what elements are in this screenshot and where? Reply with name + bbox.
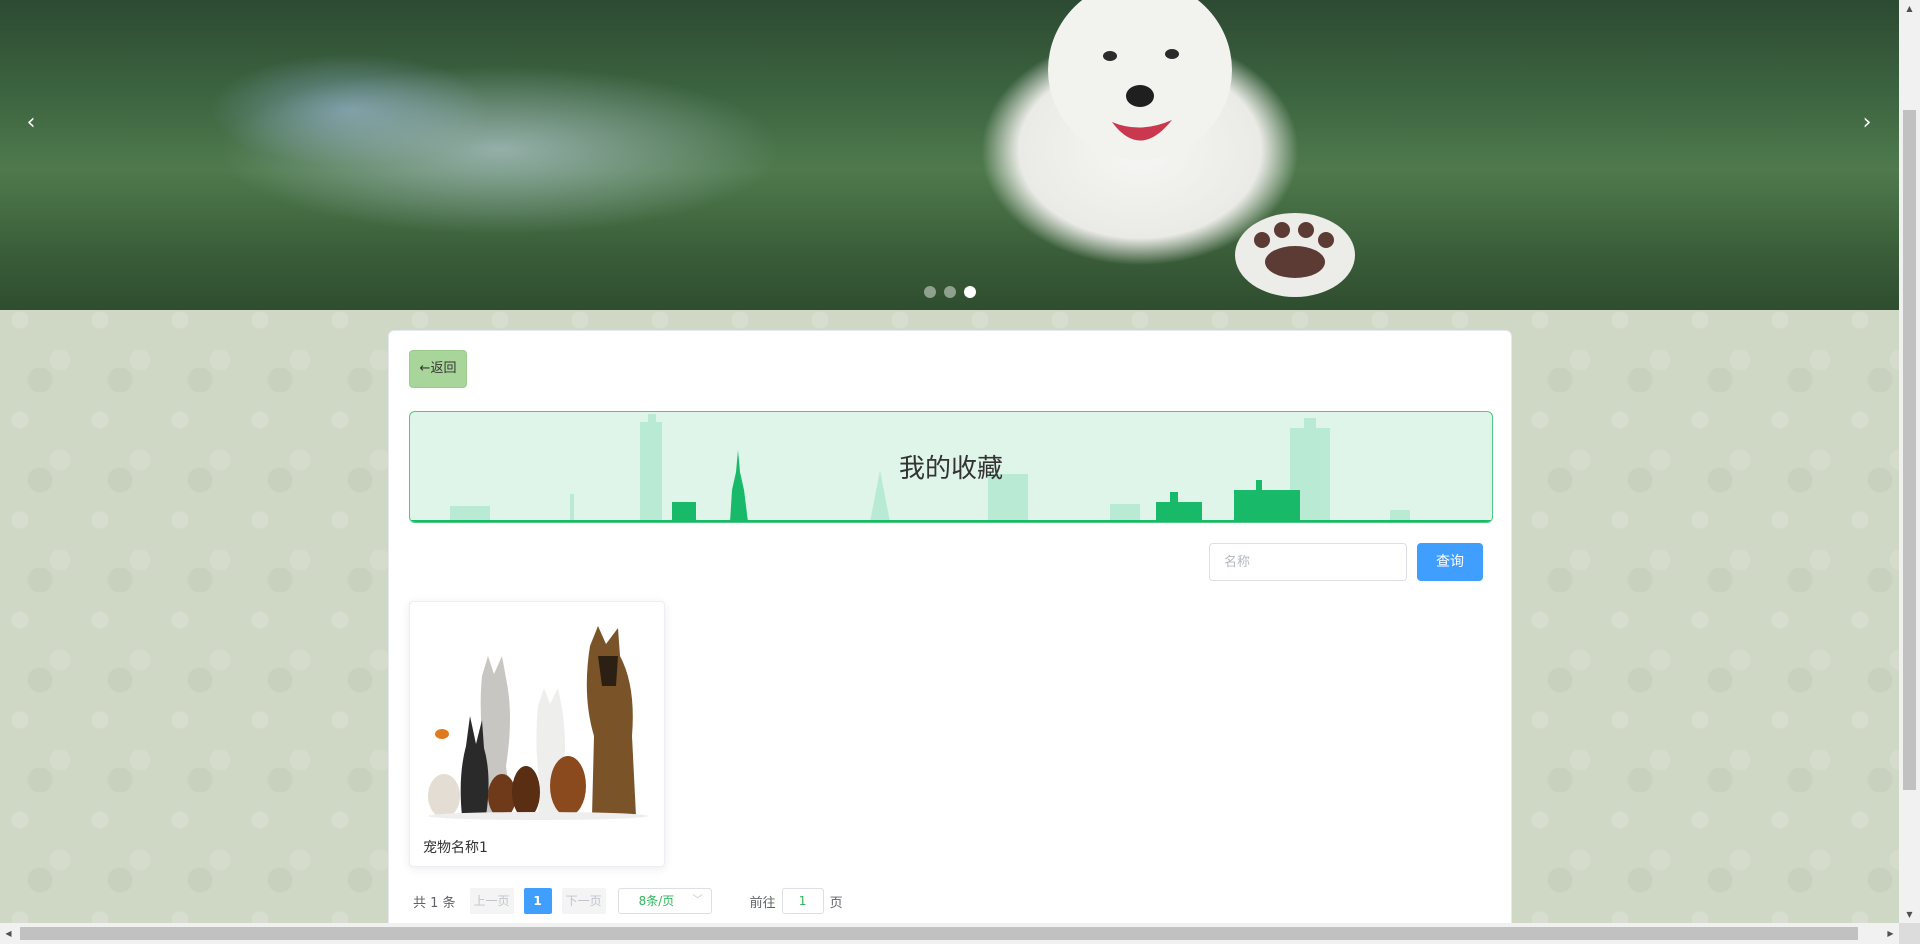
pagination-next-button[interactable]: 下一页 xyxy=(561,888,606,914)
name-search-input[interactable] xyxy=(1209,543,1407,581)
chevron-down-icon: ﹀ xyxy=(692,895,703,906)
favorites-panel: ←返回 我的收藏 名称 查询 宠物名称1 共 1 条 上一页 1 下一页 8条/… xyxy=(388,330,1512,944)
scroll-down-arrow-icon[interactable]: ▼ xyxy=(1899,906,1920,923)
page-size-select[interactable]: 8条/页 ﹀ xyxy=(617,888,712,914)
carousel-dot-1[interactable] xyxy=(924,286,936,298)
scroll-left-arrow-icon[interactable]: ◀ xyxy=(0,923,17,944)
pagination-total: 共 1 条 xyxy=(413,895,456,911)
pagination-page-1[interactable]: 1 xyxy=(523,888,552,914)
goto-page-input[interactable]: 1 xyxy=(781,888,824,914)
horizontal-scroll-thumb[interactable] xyxy=(20,927,1858,940)
back-button[interactable]: ←返回 xyxy=(409,350,467,388)
carousel-dot-3[interactable] xyxy=(964,286,976,298)
dog-image xyxy=(1048,0,1232,160)
carousel-indicators xyxy=(924,286,976,298)
pagination-prev-button[interactable]: 上一页 xyxy=(469,888,514,914)
banner-prev-arrow[interactable]: ‹ xyxy=(16,108,46,138)
carousel-dot-2[interactable] xyxy=(944,286,956,298)
scroll-up-arrow-icon[interactable]: ▲ xyxy=(1899,0,1920,17)
search-button[interactable]: 查询 xyxy=(1417,543,1483,581)
vertical-scroll-thumb[interactable] xyxy=(1903,110,1916,790)
horizontal-scrollbar[interactable]: ◀ ▶ xyxy=(0,923,1899,944)
scrollbar-corner xyxy=(1899,923,1920,944)
pagination: 共 1 条 上一页 1 下一页 8条/页 ﹀ 前往 1 页 xyxy=(409,888,843,914)
page-title: 我的收藏 xyxy=(898,454,1003,484)
page-suffix-label: 页 xyxy=(829,895,843,911)
banner-carousel[interactable]: ‹ › xyxy=(0,0,1899,310)
title-banner: 我的收藏 xyxy=(409,411,1493,523)
pet-image xyxy=(422,616,654,822)
vertical-scrollbar[interactable]: ▲ ▼ xyxy=(1899,0,1920,923)
item-name: 宠物名称1 xyxy=(423,840,488,856)
page-size-value: 8条/页 xyxy=(638,894,675,908)
goto-label: 前往 xyxy=(749,895,776,911)
favorite-item-card[interactable]: 宠物名称1 xyxy=(409,601,665,867)
scroll-right-arrow-icon[interactable]: ▶ xyxy=(1882,923,1899,944)
dog-paw xyxy=(1235,213,1355,297)
banner-next-arrow[interactable]: › xyxy=(1852,108,1882,138)
